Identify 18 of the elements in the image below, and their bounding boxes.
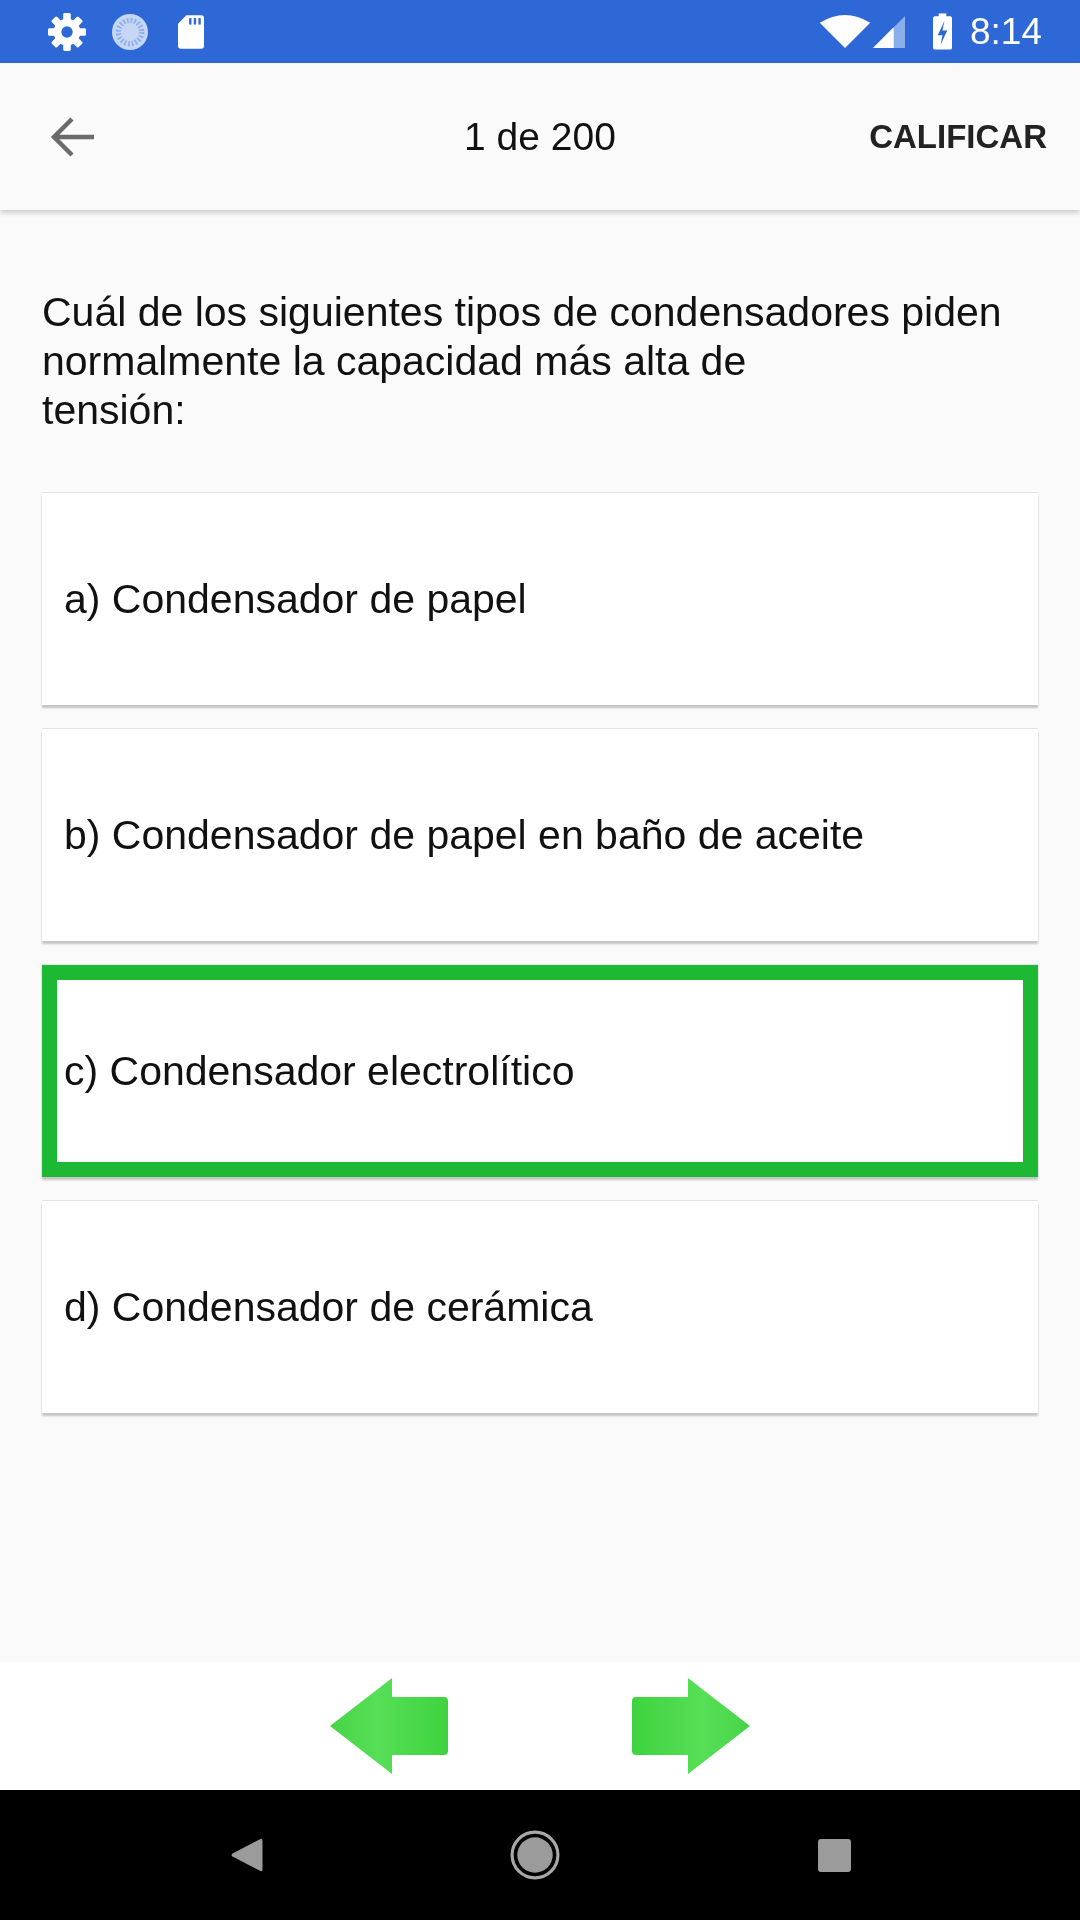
dashed-circle-icon: [112, 13, 148, 50]
gear-icon: [48, 12, 86, 51]
back-icon[interactable]: [229, 1837, 263, 1873]
signal-icon: [873, 15, 905, 48]
grade-button[interactable]: CALIFICAR: [869, 117, 1047, 156]
home-icon[interactable]: [509, 1830, 560, 1880]
question-counter: 1 de 200: [464, 114, 616, 159]
back-arrow-icon[interactable]: [50, 115, 96, 158]
status-time: 8:14: [970, 13, 1042, 50]
wifi-icon: [819, 15, 871, 48]
answer-option[interactable]: b) Condensador de papel en baño de aceite: [42, 729, 1038, 941]
battery-charging-icon: [933, 13, 952, 50]
answer-option[interactable]: d) Condensador de cerámica: [42, 1201, 1038, 1413]
question-text: Cuál de los siguientes tipos de condensadores piden normalmente la capacidad más alta de tensión:: [42, 288, 1003, 435]
answer-option[interactable]: c) Condensador electrolítico: [42, 965, 1038, 1177]
recent-apps-icon[interactable]: [817, 1838, 851, 1872]
sd-card-icon: [178, 14, 204, 49]
answer-option[interactable]: a) Condensador de papel: [42, 493, 1038, 705]
